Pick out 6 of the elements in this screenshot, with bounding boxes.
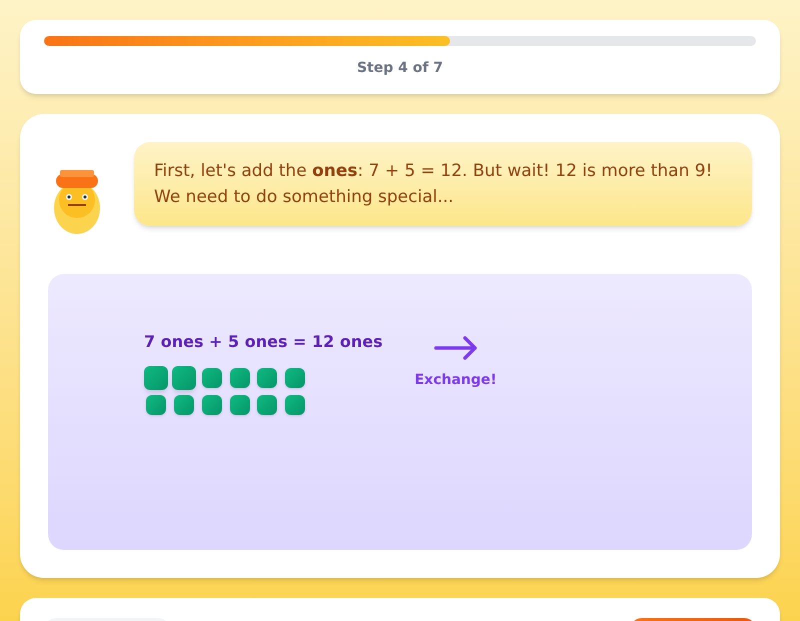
step-label: Step 4 of 7 [356, 59, 444, 78]
exchange-label: Exchange! [414, 371, 497, 390]
tutor-message: First, let's add the ones: 7 + 5 = 12. But wait! 12 is more than 9! We need to do something special... [154, 160, 714, 209]
equation-text: 7 ones + 5 ones = 12 ones [144, 331, 383, 353]
arrow-icon [432, 334, 479, 362]
tutor-avatar-icon [52, 170, 102, 234]
